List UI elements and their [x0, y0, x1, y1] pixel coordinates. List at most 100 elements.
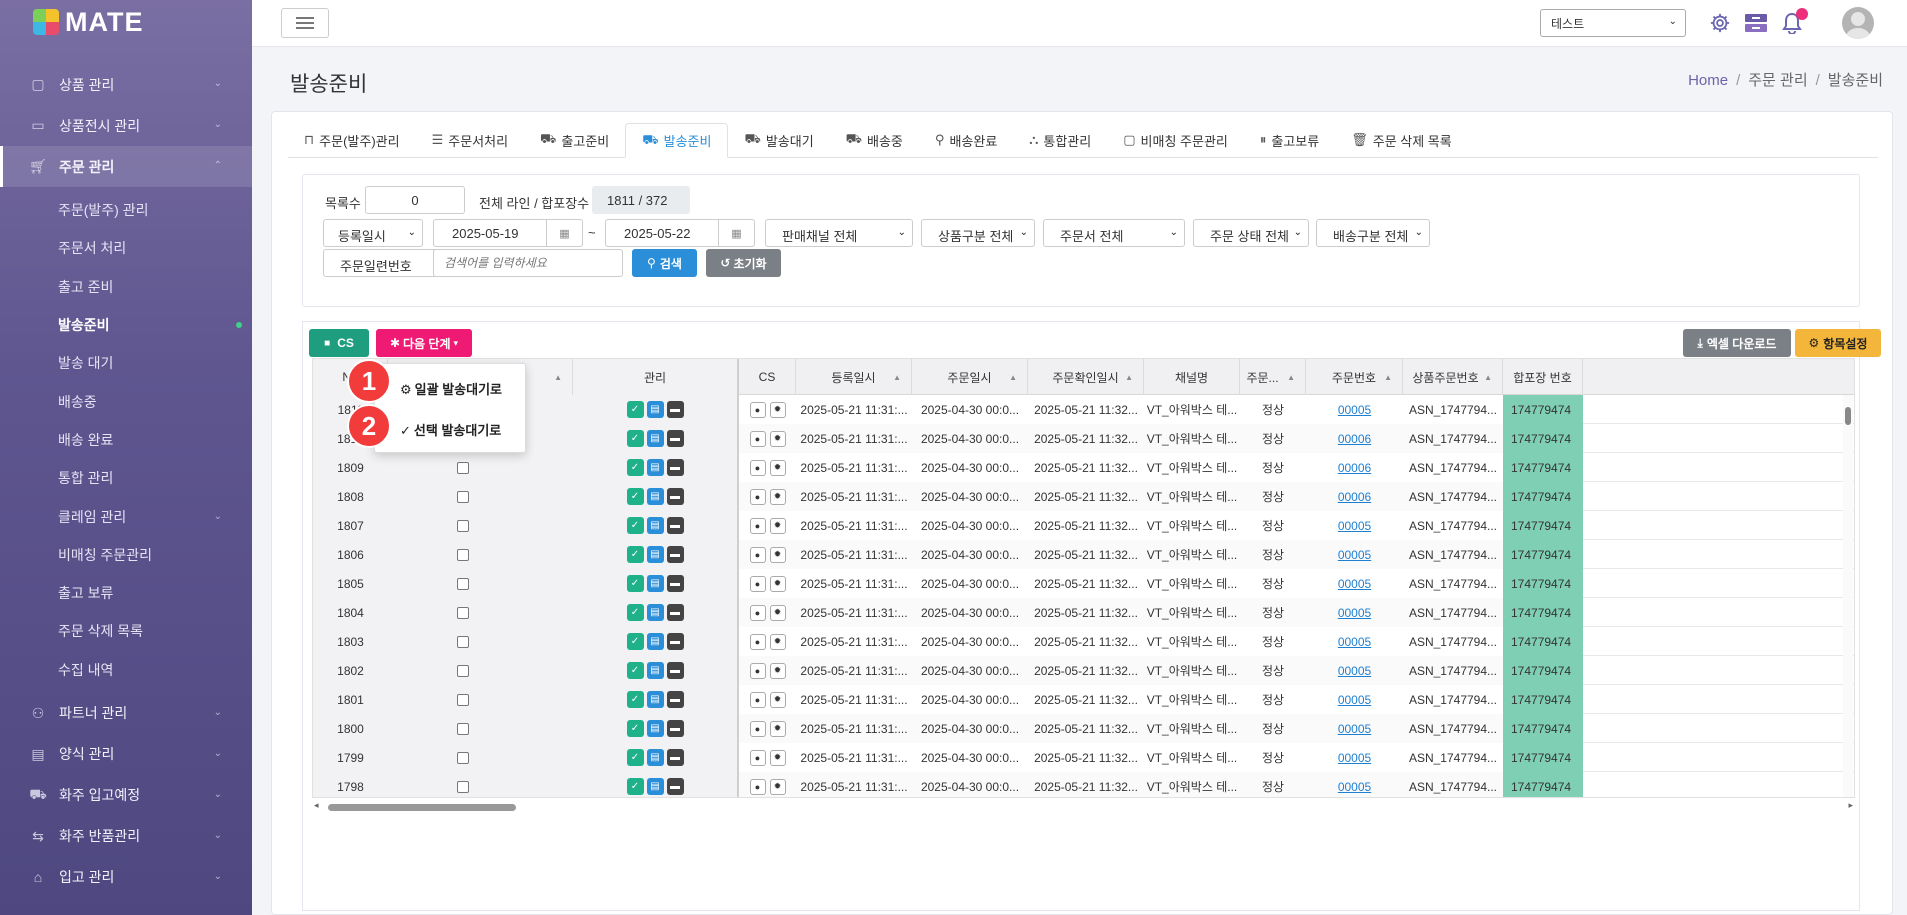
- sidebar-subitem[interactable]: 클레임 관리 ⌄: [0, 497, 252, 535]
- table-row[interactable]: 1800 ✓ ▤ ▬ ● ✹ 2025-05-21 11:31:... 2025-04-30 …: [313, 714, 1854, 743]
- cog-icon[interactable]: ✹: [769, 604, 786, 621]
- sidebar-subitem[interactable]: 비매칭 주문관리: [0, 536, 252, 574]
- sidebar-subitem[interactable]: 주문 삭제 목록: [0, 612, 252, 650]
- document-icon[interactable]: ▤: [646, 401, 664, 418]
- comment-icon[interactable]: ●: [749, 401, 766, 418]
- scroll-left-icon[interactable]: ◂: [314, 800, 319, 811]
- order-no-link[interactable]: 00006: [1338, 490, 1371, 504]
- row-checkbox[interactable]: [457, 693, 469, 706]
- comment-icon[interactable]: ●: [749, 691, 766, 708]
- col-combined-no[interactable]: 합포장 번호: [1503, 359, 1583, 395]
- check-square-icon[interactable]: ✓: [626, 633, 644, 650]
- sidebar-subitem[interactable]: 수집 내역: [0, 651, 252, 689]
- check-square-icon[interactable]: ✓: [626, 749, 644, 766]
- sidebar-item-warehouse[interactable]: ⌂ 입고 관리 ⌄: [0, 857, 252, 898]
- row-checkbox[interactable]: [457, 490, 469, 503]
- product-type-select[interactable]: 상품구분 전체 ⌄: [921, 219, 1035, 247]
- column-settings-button[interactable]: ⚙ 항목설정: [1795, 329, 1881, 357]
- comments-icon[interactable]: ▬: [666, 662, 684, 679]
- order-no-link[interactable]: 00005: [1338, 693, 1371, 707]
- horizontal-scrollbar[interactable]: ◂ ▸: [312, 800, 1855, 812]
- sidebar-item-display[interactable]: ▭ 상품전시 관리 ⌄: [0, 105, 252, 146]
- comments-icon[interactable]: ▬: [666, 546, 684, 563]
- comments-icon[interactable]: ▬: [666, 488, 684, 505]
- notification-button[interactable]: [1779, 8, 1808, 36]
- row-checkbox[interactable]: [457, 461, 469, 474]
- order-no-link[interactable]: 00005: [1338, 548, 1371, 562]
- comment-icon[interactable]: ●: [749, 488, 766, 505]
- table-row[interactable]: 1804 ✓ ▤ ▬ ● ✹ 2025-05-21 11:31:... 2025-04-30 …: [313, 598, 1854, 627]
- cog-icon[interactable]: ✹: [769, 517, 786, 534]
- col-order-no[interactable]: 주문번호 ▲: [1306, 359, 1403, 395]
- order-no-link[interactable]: 00005: [1338, 751, 1371, 765]
- table-row[interactable]: 1805 ✓ ▤ ▬ ● ✹ 2025-05-21 11:31:... 2025-04-30 …: [313, 569, 1854, 598]
- order-no-link[interactable]: 00005: [1338, 403, 1371, 417]
- comments-icon[interactable]: ▬: [666, 575, 684, 592]
- document-icon[interactable]: ▤: [646, 517, 664, 534]
- check-square-icon[interactable]: ✓: [626, 575, 644, 592]
- tab-order-management[interactable]: ⊓ 주문(발주)관리: [288, 123, 416, 157]
- search-button[interactable]: ⚲ 검색: [632, 249, 697, 277]
- document-icon[interactable]: ▤: [646, 546, 664, 563]
- tab-order-processing[interactable]: ☰ 주문서처리: [416, 123, 524, 157]
- tab-unmatched[interactable]: ▢ 비매칭 주문관리: [1107, 123, 1244, 157]
- vertical-scrollbar[interactable]: [1843, 395, 1853, 797]
- cog-icon[interactable]: ✹: [769, 488, 786, 505]
- col-status[interactable]: 주문... ▲: [1240, 359, 1306, 395]
- sidebar-item-form[interactable]: ▤ 양식 관리 ⌄: [0, 734, 252, 775]
- table-row[interactable]: 1799 ✓ ▤ ▬ ● ✹ 2025-05-21 11:31:... 2025-04-30 …: [313, 743, 1854, 772]
- check-square-icon[interactable]: ✓: [626, 778, 644, 795]
- comments-icon[interactable]: ▬: [666, 720, 684, 737]
- document-icon[interactable]: ▤: [646, 778, 664, 795]
- next-step-button[interactable]: ✱ 다음 단계 ▾: [376, 329, 472, 357]
- col-manage[interactable]: 관리: [573, 359, 739, 395]
- shipping-button[interactable]: [1743, 10, 1769, 36]
- check-square-icon[interactable]: ✓: [626, 517, 644, 534]
- comment-icon[interactable]: ●: [749, 662, 766, 679]
- order-no-link[interactable]: 00006: [1338, 461, 1371, 475]
- row-checkbox[interactable]: [457, 577, 469, 590]
- cog-icon[interactable]: ✹: [769, 401, 786, 418]
- date-type-select[interactable]: 등록일시 ⌄: [323, 219, 423, 247]
- scroll-right-icon[interactable]: ▸: [1848, 800, 1853, 811]
- order-status-select[interactable]: 주문 상태 전체 ⌄: [1193, 219, 1309, 247]
- cog-icon[interactable]: ✹: [769, 633, 786, 650]
- sidebar-subitem[interactable]: 출고 준비: [0, 268, 252, 306]
- comments-icon[interactable]: ▬: [666, 430, 684, 447]
- table-row[interactable]: 1808 ✓ ▤ ▬ ● ✹ 2025-05-21 11:31:... 2025-04-30 …: [313, 482, 1854, 511]
- check-square-icon[interactable]: ✓: [626, 546, 644, 563]
- search-field-select[interactable]: 주문일련번호⌄: [323, 249, 448, 277]
- comment-icon[interactable]: ●: [749, 430, 766, 447]
- cog-icon[interactable]: ✹: [769, 778, 786, 795]
- row-checkbox[interactable]: [457, 519, 469, 532]
- col-order-date[interactable]: 주문일시 ▲: [912, 359, 1028, 395]
- check-square-icon[interactable]: ✓: [626, 459, 644, 476]
- cog-icon[interactable]: ✹: [769, 459, 786, 476]
- col-channel[interactable]: 채널명: [1144, 359, 1240, 395]
- tab-in-delivery[interactable]: ⛟ 배송중: [830, 123, 919, 157]
- order-no-link[interactable]: 00005: [1338, 606, 1371, 620]
- comments-icon[interactable]: ▬: [666, 691, 684, 708]
- order-no-link[interactable]: 00005: [1338, 722, 1371, 736]
- document-icon[interactable]: ▤: [646, 720, 664, 737]
- check-square-icon[interactable]: ✓: [626, 691, 644, 708]
- sidebar-subitem[interactable]: 주문서 처리: [0, 229, 252, 267]
- calendar-icon[interactable]: ▦: [718, 220, 754, 246]
- sidebar-subitem-current[interactable]: 발송준비: [0, 306, 252, 344]
- cog-icon[interactable]: ✹: [769, 720, 786, 737]
- table-row[interactable]: 1802 ✓ ▤ ▬ ● ✹ 2025-05-21 11:31:... 2025-04-30 …: [313, 656, 1854, 685]
- breadcrumb-level1[interactable]: 주문 관리: [1748, 72, 1807, 89]
- menu-toggle-button[interactable]: [281, 8, 329, 38]
- comments-icon[interactable]: ▬: [666, 517, 684, 534]
- document-icon[interactable]: ▤: [646, 633, 664, 650]
- sidebar-subitem[interactable]: 통합 관리: [0, 459, 252, 497]
- table-row[interactable]: 1801 ✓ ▤ ▬ ● ✹ 2025-05-21 11:31:... 2025-04-30 …: [313, 685, 1854, 714]
- document-icon[interactable]: ▤: [646, 691, 664, 708]
- check-square-icon[interactable]: ✓: [626, 662, 644, 679]
- date-from-input[interactable]: 2025-05-19 ▦: [433, 219, 583, 247]
- search-input[interactable]: [433, 249, 623, 277]
- excel-download-button[interactable]: ⤓ 엑셀 다운로드: [1683, 329, 1791, 357]
- sidebar-item-product[interactable]: ▢ 상품 관리 ⌄: [0, 64, 252, 105]
- row-checkbox[interactable]: [457, 548, 469, 561]
- row-checkbox[interactable]: [457, 635, 469, 648]
